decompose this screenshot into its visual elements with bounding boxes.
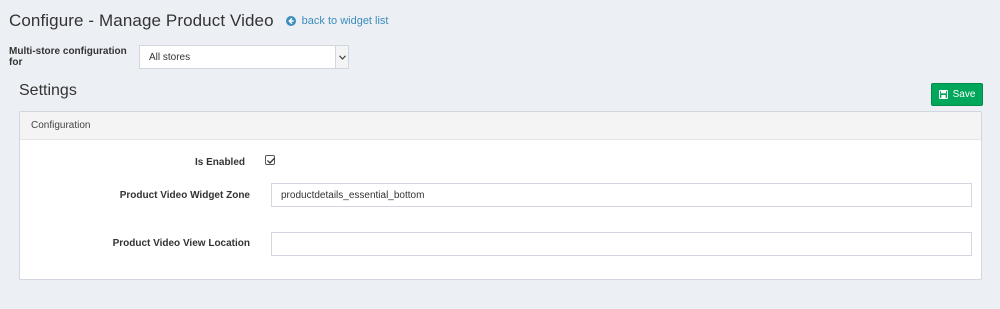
widget-zone-input[interactable]: productdetails_essential_bottom	[271, 183, 972, 207]
save-button-label: Save	[952, 89, 976, 100]
page: Configure - Manage Product Video back to…	[0, 0, 1000, 309]
store-scope-selected-value: All stores	[149, 51, 191, 63]
is-enabled-checkbox[interactable]	[265, 155, 275, 165]
title-row: Configure - Manage Product Video back to…	[9, 9, 389, 33]
back-link-label: back to widget list	[301, 15, 389, 27]
page-title: Configure - Manage Product Video	[9, 11, 274, 30]
store-scope-row: Multi-store configuration for All stores	[9, 45, 349, 69]
floppy-disk-icon	[938, 90, 948, 99]
widget-zone-label: Product Video Widget Zone	[119, 190, 250, 201]
arrow-circle-left-icon	[285, 16, 296, 26]
configuration-panel-header: Configuration	[20, 112, 981, 140]
settings-title: Settings	[19, 82, 77, 99]
view-location-input[interactable]	[271, 232, 972, 256]
chevron-down-icon[interactable]	[335, 46, 348, 68]
view-location-label: Product Video View Location	[112, 238, 250, 249]
back-to-widget-list-link[interactable]: back to widget list	[285, 15, 389, 27]
store-scope-select[interactable]: All stores	[139, 45, 349, 69]
store-scope-label: Multi-store configuration for	[9, 46, 127, 68]
save-button[interactable]: Save	[931, 83, 983, 106]
check-icon	[267, 157, 275, 164]
is-enabled-label: Is Enabled	[194, 157, 245, 168]
configuration-panel: Configuration Is Enabled Product Video W…	[19, 111, 982, 280]
